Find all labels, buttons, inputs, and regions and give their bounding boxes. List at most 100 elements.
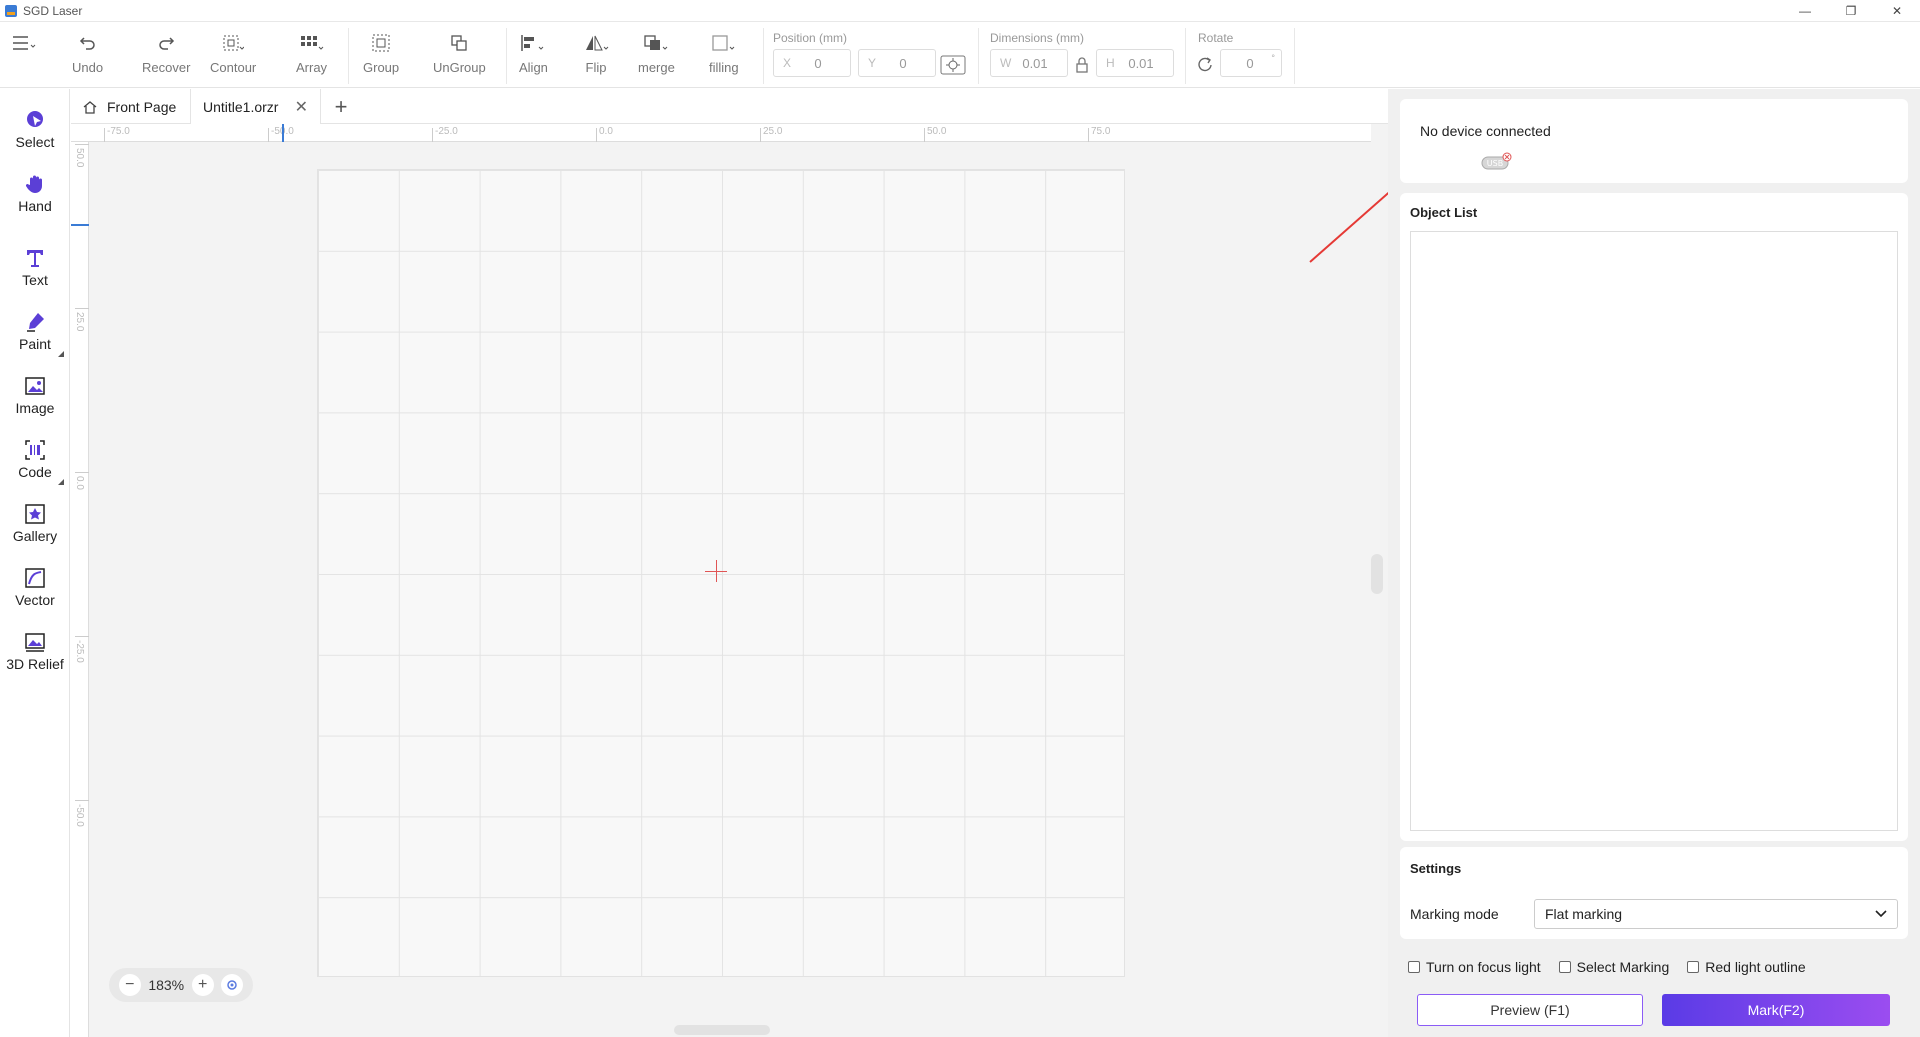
ruler-label-x: 0.0	[599, 126, 613, 137]
image-icon	[25, 377, 45, 395]
merge-button[interactable]: merge	[638, 30, 675, 84]
chevron-down-icon	[1875, 910, 1887, 918]
lock-ratio-button[interactable]	[1075, 56, 1089, 77]
close-window-icon[interactable]: ✕	[1874, 0, 1920, 22]
tool-sidebar: Select Hand Text Paint Image Code Galler…	[0, 89, 70, 1037]
menu-button[interactable]	[12, 30, 36, 84]
flip-button[interactable]: Flip	[583, 30, 609, 84]
ruler-tick-x	[432, 128, 433, 142]
app-logo-icon	[5, 4, 17, 17]
tab-untitle1[interactable]: Untitle1.orzr ✕	[191, 89, 321, 124]
relief-icon	[25, 633, 45, 652]
group-icon	[372, 34, 390, 52]
marking-mode-select[interactable]: Flat marking	[1534, 899, 1898, 929]
tool-vector[interactable]: Vector	[0, 567, 70, 608]
select-arrow-icon	[27, 111, 43, 127]
tool-gallery[interactable]: Gallery	[0, 503, 70, 544]
horizontal-scrollbar[interactable]	[674, 1025, 770, 1035]
position-x-field[interactable]: X 0	[773, 49, 851, 77]
select-marking-checkbox[interactable]: Select Marking	[1558, 959, 1669, 975]
filling-button[interactable]: filling	[709, 30, 739, 84]
locate-icon	[227, 980, 237, 990]
restore-icon[interactable]: ❐	[1828, 0, 1874, 22]
ruler-label-x: 75.0	[1091, 126, 1111, 137]
ruler-label-y: -50.0	[74, 804, 85, 827]
align-button[interactable]: Align	[519, 30, 548, 84]
ruler-cursor-marker-x	[282, 124, 284, 142]
tab-front-page[interactable]: Front Page	[71, 89, 191, 124]
undo-icon	[79, 37, 95, 50]
ruler-label-x: 25.0	[763, 126, 783, 137]
panel-splitter-handle[interactable]	[1371, 554, 1383, 594]
marking-mode-label: Marking mode	[1410, 906, 1499, 922]
position-locate-button[interactable]	[940, 55, 966, 78]
minimize-icon[interactable]: —	[1782, 0, 1828, 22]
focus-light-checkbox[interactable]: Turn on focus light	[1408, 959, 1541, 975]
flip-icon	[586, 35, 609, 51]
tool-hand[interactable]: Hand	[0, 173, 70, 214]
pen-icon	[27, 313, 44, 332]
undo-button[interactable]: Undo	[72, 30, 103, 84]
filling-icon	[712, 35, 735, 51]
svg-text:USB: USB	[1487, 159, 1503, 168]
recover-button[interactable]: Recover	[142, 30, 190, 84]
height-field[interactable]: H 0.01	[1096, 49, 1174, 77]
contour-icon	[223, 35, 245, 51]
vertical-ruler: 50.0 25.0 0.0 -25.0 -50.0	[71, 142, 89, 1037]
usb-disconnected-icon[interactable]: USB	[1480, 151, 1514, 176]
redo-icon	[159, 37, 175, 50]
ungroup-button[interactable]: UnGroup	[433, 30, 486, 84]
gallery-icon	[25, 504, 45, 524]
zoom-in-button[interactable]: +	[191, 974, 214, 996]
vector-icon	[25, 568, 45, 588]
tool-image[interactable]: Image	[0, 375, 70, 416]
text-tool-icon	[27, 250, 43, 267]
tool-select[interactable]: Select	[0, 109, 70, 150]
ruler-label-y: 0.0	[74, 476, 85, 490]
rotate-icon[interactable]	[1197, 56, 1213, 75]
ruler-tick-x	[1088, 128, 1089, 142]
device-status-card: No device connected USB	[1400, 99, 1908, 183]
ruler-tick-y	[75, 636, 89, 637]
canvas-workarea[interactable]: -75.0 -50.0 -25.0 0.0 25.0 50.0 75.0 50.0 25.0 0…	[71, 124, 1388, 1037]
position-group: Position (mm)	[773, 31, 848, 45]
width-field[interactable]: W 0.01	[990, 49, 1068, 77]
object-list-card: Object List	[1400, 193, 1908, 841]
home-icon	[83, 100, 97, 114]
add-tab-button[interactable]: +	[321, 89, 361, 124]
fit-view-button[interactable]	[221, 974, 244, 996]
tool-paint[interactable]: Paint	[0, 311, 70, 357]
mark-button[interactable]: Mark(F2)	[1662, 994, 1890, 1026]
plus-icon: +	[334, 93, 348, 119]
ruler-tick-y	[75, 800, 89, 801]
ruler-label-x: -75.0	[107, 126, 130, 137]
work-board-grid[interactable]	[317, 169, 1125, 977]
zoom-out-button[interactable]: −	[118, 974, 141, 996]
target-icon	[940, 55, 966, 75]
document-tabs: Front Page Untitle1.orzr ✕ +	[71, 89, 1388, 124]
ruler-tick-y	[75, 472, 89, 473]
close-tab-icon[interactable]: ✕	[295, 97, 308, 117]
settings-card: Settings Marking mode Flat marking	[1400, 847, 1908, 939]
tool-code[interactable]: Code	[0, 439, 70, 485]
array-button[interactable]: Array	[296, 30, 327, 84]
option-checkboxes: Turn on focus light Select Marking Red l…	[1408, 959, 1806, 975]
paint-submenu-indicator	[58, 351, 64, 357]
red-light-outline-checkbox[interactable]: Red light outline	[1687, 959, 1806, 975]
rotate-field[interactable]: 0 °	[1220, 49, 1282, 77]
tool-3d-relief[interactable]: 3D Relief	[0, 631, 70, 672]
ruler-label-y: 25.0	[74, 312, 85, 332]
tool-text[interactable]: Text	[0, 247, 70, 288]
ruler-tick-y	[75, 144, 89, 145]
group-button[interactable]: Group	[363, 30, 399, 84]
contour-button[interactable]: Contour	[210, 30, 256, 84]
preview-button[interactable]: Preview (F1)	[1417, 994, 1643, 1026]
horizontal-ruler: -75.0-50.0-25.00.025.050.075.0	[71, 124, 1371, 142]
ruler-cursor-marker-y	[71, 224, 89, 226]
ruler-tick-x	[104, 128, 105, 142]
position-y-field[interactable]: Y 0	[858, 49, 936, 77]
device-status: No device connected	[1420, 123, 1551, 139]
object-list[interactable]	[1410, 231, 1898, 831]
ruler-label-y: 50.0	[74, 148, 85, 168]
ruler-label-y: -25.0	[74, 640, 85, 663]
